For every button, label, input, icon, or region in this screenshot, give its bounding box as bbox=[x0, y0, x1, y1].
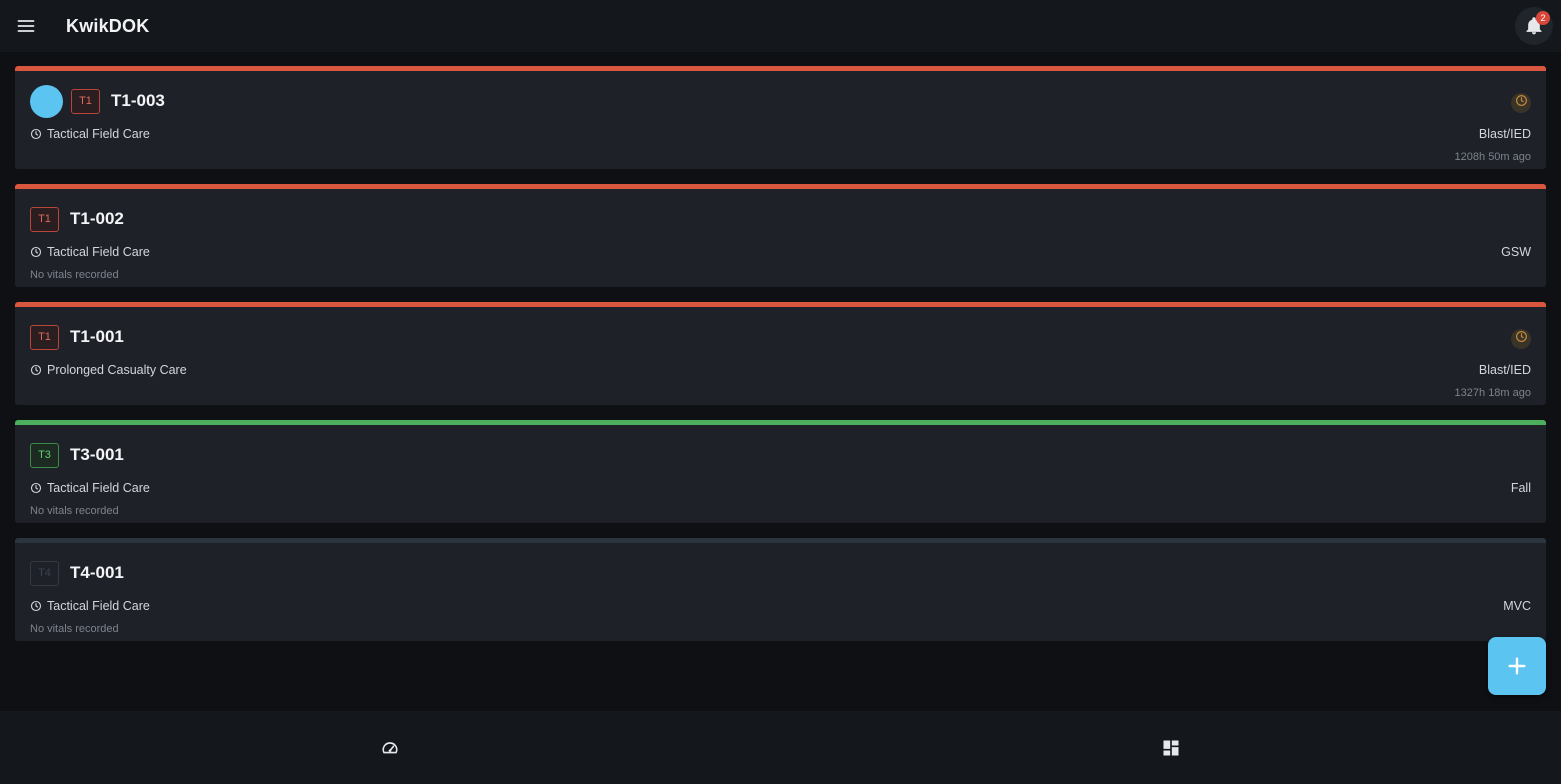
app-title: KwikDOK bbox=[66, 15, 150, 36]
vitals-note-text: No vitals recorded bbox=[30, 623, 119, 635]
care-phase-label: Tactical Field Care bbox=[47, 127, 150, 141]
vitals-note: 1208h 50m ago bbox=[30, 145, 1531, 169]
add-casualty-button[interactable] bbox=[1488, 637, 1546, 695]
card-details: Tactical Field Care Blast/IED bbox=[30, 123, 1531, 145]
card-header: T1 T1-003 bbox=[30, 71, 1531, 123]
casualty-card[interactable]: T3 T3-001 Tactical Field Care Fall No vi… bbox=[15, 420, 1546, 523]
vitals-note-text: No vitals recorded bbox=[30, 505, 119, 517]
overdue-status bbox=[1511, 93, 1531, 113]
vitals-note: 1327h 18m ago bbox=[30, 381, 1531, 405]
card-header: T1 T1-002 bbox=[30, 189, 1531, 241]
care-phase: Tactical Field Care bbox=[30, 481, 150, 495]
casualty-id: T1-003 bbox=[111, 91, 165, 110]
clock-icon bbox=[30, 600, 47, 612]
casualty-id: T1-002 bbox=[70, 209, 124, 228]
notification-badge: 2 bbox=[1536, 11, 1550, 25]
notifications-button[interactable]: 2 bbox=[1515, 7, 1553, 45]
casualty-card[interactable]: T1 T1-001 Prolonged Casualty Care Blast/… bbox=[15, 302, 1546, 405]
casualty-id: T3-001 bbox=[70, 445, 124, 464]
care-phase-label: Tactical Field Care bbox=[47, 245, 150, 259]
vitals-note: No vitals recorded bbox=[30, 263, 1531, 287]
card-details: Tactical Field Care Fall bbox=[30, 477, 1531, 499]
card-details: Prolonged Casualty Care Blast/IED bbox=[30, 359, 1531, 381]
vitals-note-text: No vitals recorded bbox=[30, 269, 119, 281]
clock-icon bbox=[1515, 330, 1528, 348]
mechanism-of-injury: MVC bbox=[1503, 599, 1531, 613]
care-phase-label: Tactical Field Care bbox=[47, 599, 150, 613]
care-phase: Prolonged Casualty Care bbox=[30, 363, 187, 377]
casualty-card[interactable]: T1 T1-003 Tactical Field Care Blast/IED … bbox=[15, 66, 1546, 169]
triage-tag: T1 bbox=[71, 88, 100, 114]
nav-grid[interactable] bbox=[781, 711, 1561, 784]
card-header: T4 T4-001 bbox=[30, 543, 1531, 595]
casualty-id: T4-001 bbox=[70, 563, 124, 582]
top-app-bar: KwikDOK 2 bbox=[0, 0, 1561, 52]
casualty-id: T1-001 bbox=[70, 327, 124, 346]
care-phase-label: Tactical Field Care bbox=[47, 481, 150, 495]
care-phase: Tactical Field Care bbox=[30, 127, 150, 141]
speedometer-icon bbox=[382, 741, 398, 753]
menu-icon bbox=[17, 20, 35, 32]
vitals-note: No vitals recorded bbox=[30, 499, 1531, 523]
vitals-note-text: 1208h 50m ago bbox=[1454, 151, 1531, 163]
vitals-note-text: 1327h 18m ago bbox=[1454, 387, 1531, 399]
clock-icon bbox=[1515, 94, 1528, 112]
triage-tag: T4 bbox=[30, 560, 59, 586]
clock-icon bbox=[30, 128, 47, 140]
triage-tag: T1 bbox=[30, 206, 59, 232]
triage-tag: T1 bbox=[30, 324, 59, 350]
casualty-card[interactable]: T4 T4-001 Tactical Field Care MVC No vit… bbox=[15, 538, 1546, 641]
overdue-status bbox=[1511, 329, 1531, 349]
nav-dashboard[interactable] bbox=[0, 711, 781, 784]
care-phase: Tactical Field Care bbox=[30, 245, 150, 259]
triage-tag: T3 bbox=[30, 442, 59, 468]
card-header: T3 T3-001 bbox=[30, 425, 1531, 477]
clock-icon bbox=[30, 482, 47, 494]
care-phase-label: Prolonged Casualty Care bbox=[47, 363, 187, 377]
card-header: T1 T1-001 bbox=[30, 307, 1531, 359]
card-details: Tactical Field Care MVC bbox=[30, 595, 1531, 617]
mechanism-of-injury: Fall bbox=[1510, 481, 1531, 495]
card-details: Tactical Field Care GSW bbox=[30, 241, 1531, 263]
clock-icon bbox=[30, 364, 47, 376]
bottom-navigation bbox=[0, 711, 1561, 784]
care-phase: Tactical Field Care bbox=[30, 599, 150, 613]
vitals-note: No vitals recorded bbox=[30, 617, 1531, 641]
casualty-card[interactable]: T1 T1-002 Tactical Field Care GSW No vit… bbox=[15, 184, 1546, 287]
mechanism-of-injury: GSW bbox=[1501, 245, 1531, 259]
mechanism-of-injury: Blast/IED bbox=[1478, 363, 1531, 377]
casualty-list: T1 T1-003 Tactical Field Care Blast/IED … bbox=[15, 66, 1546, 656]
plus-icon bbox=[1508, 657, 1526, 675]
clock-icon bbox=[30, 246, 47, 258]
app-root: KwikDOK 2 T1 T1-003 Tactical Field Care … bbox=[0, 0, 1561, 784]
mechanism-of-injury: Blast/IED bbox=[1478, 127, 1531, 141]
avatar bbox=[30, 84, 63, 118]
menu-button[interactable] bbox=[0, 0, 52, 52]
dashboard-grid-icon bbox=[1163, 740, 1179, 755]
